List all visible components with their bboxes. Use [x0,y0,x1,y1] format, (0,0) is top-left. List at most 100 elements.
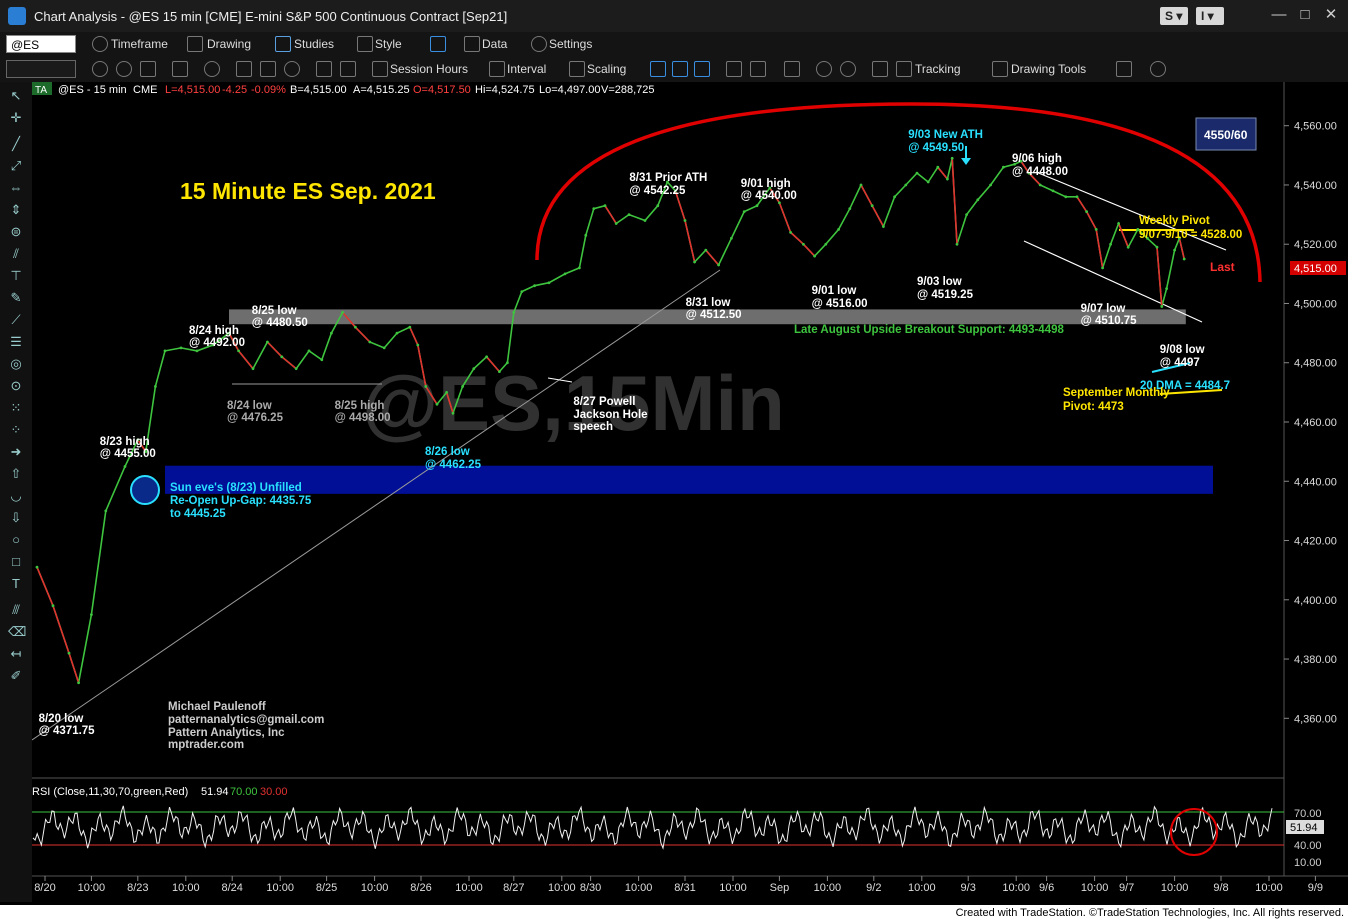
price-point [1109,242,1112,246]
symbol-input[interactable]: @ES [6,35,76,53]
window-icon[interactable] [140,61,156,77]
status-line: TA @ES - 15 min CME L=4,515.00 -4.25 -0.… [32,82,655,96]
grid-icon[interactable] [316,61,332,77]
eraser-icon[interactable]: ⌫ [8,624,26,640]
text-icon[interactable]: T [8,576,24,592]
search-icon[interactable] [284,61,300,77]
indicator-icon[interactable] [204,61,220,77]
maximize-button[interactable]: □ [1294,6,1316,24]
back-icon[interactable]: ↤ [8,646,24,662]
compress-icon[interactable] [750,61,766,77]
drawing-tools-menu[interactable]: Drawing Tools [1011,62,1086,76]
close-button[interactable]: ✕ [1320,6,1342,24]
time-tick-label: 10:00 [1255,882,1283,894]
fib-icon[interactable]: ⊜ [8,224,24,240]
time-tick-label: 9/6 [1039,882,1054,894]
grid-view-icon[interactable] [872,61,888,77]
price-point [435,402,439,406]
price-point [104,509,108,513]
price-point [824,242,828,246]
volume-type-icon[interactable] [694,61,710,77]
speed-line-icon[interactable]: ⟋ [8,312,24,328]
arc-icon[interactable]: ◡ [8,488,24,504]
dots-icon[interactable]: ⁘ [8,422,24,438]
candle-type-icon[interactable] [672,61,688,77]
i-button[interactable]: I ▾ [1196,7,1224,25]
time-tick-label: 8/27 [503,882,524,894]
chart-annotation: 9/06 high [1012,153,1062,165]
price-tick-label: 4,540.00 [1294,180,1337,192]
pencil-tool-icon[interactable]: ✎ [8,290,24,306]
studies-menu[interactable]: Studies [294,37,334,51]
target-icon[interactable]: ⊙ [8,378,24,394]
time-tick-label: 8/31 [674,882,695,894]
price-tick-label: 4,500.00 [1294,298,1337,310]
circle-tool-icon[interactable]: ○ [8,532,24,548]
chat-icon[interactable] [1150,61,1166,77]
horizontal-line-icon[interactable]: ⇔ [8,180,24,196]
vertical-line-icon[interactable]: ⇕ [8,202,24,218]
status-low: Lo=4,497.00 [539,84,600,96]
price-point [35,565,39,569]
ray-icon[interactable]: ⤢ [8,158,24,174]
text-tool-icon[interactable]: ⊤ [8,268,24,284]
pointer-icon[interactable]: ↖ [8,88,24,104]
zoom-in-icon[interactable] [816,61,832,77]
list-icon[interactable]: ☰ [8,334,24,350]
crosshair-icon[interactable]: ✛ [8,110,24,126]
chart-icon[interactable] [236,61,252,77]
price-point [683,219,687,222]
price-tick-label: 4,460.00 [1294,417,1337,429]
second-symbol-input[interactable] [6,60,76,78]
expand-icon[interactable] [784,61,800,77]
sync-icon[interactable] [116,61,132,77]
scaling-menu[interactable]: Scaling [587,62,626,76]
dot-grid-icon[interactable]: ⁙ [8,400,24,416]
price-point [656,204,660,208]
secondary-toolbar: Session Hours Interval Scaling Tracking … [0,57,1348,83]
circle-arrow-icon[interactable]: ◎ [8,356,24,372]
price-point [1182,257,1186,261]
price-point [461,385,464,388]
arrow-down-icon[interactable]: ⇩ [8,510,24,526]
price-point [614,222,618,225]
layout-icon[interactable] [430,36,446,52]
calendar-icon[interactable] [340,61,356,77]
session-hours-menu[interactable]: Session Hours [390,62,468,76]
price-point [123,465,127,468]
interval-menu[interactable]: Interval [507,62,546,76]
status-exchange: CME [133,84,157,96]
tracking-menu[interactable]: Tracking [915,62,961,76]
zoom-out-icon[interactable] [840,61,856,77]
style-menu[interactable]: Style [375,37,402,51]
chart-area[interactable]: TA @ES - 15 min CME L=4,515.00 -4.25 -0.… [32,82,1348,905]
price-point [512,310,516,314]
arrow-up-icon[interactable]: ⇧ [8,466,24,482]
s-button[interactable]: S ▾ [1160,7,1188,25]
status-bid: B=4,515.00 [290,84,347,96]
save-icon[interactable] [260,61,276,77]
price-point [179,346,183,350]
bars-icon[interactable] [726,61,742,77]
hatch-icon[interactable]: ⫻ [8,602,24,618]
export-icon[interactable] [1116,61,1132,77]
rectangle-tool-icon[interactable]: □ [8,554,24,570]
pen-icon[interactable]: ✐ [8,668,24,684]
refresh-icon[interactable] [92,61,108,77]
price-point [1038,183,1042,187]
window-title: Chart Analysis - @ES 15 min [CME] E-mini… [34,9,508,24]
settings-menu[interactable]: Settings [549,37,592,51]
data-menu[interactable]: Data [482,37,507,51]
arrow-right-icon[interactable]: ➜ [8,444,24,460]
trendline-icon[interactable]: ╱ [8,136,24,152]
chart-annotation: patternanalytics@gmail.com [168,714,324,726]
drawing-menu[interactable]: Drawing [207,37,251,51]
link-icon[interactable] [172,61,188,77]
chart-annotation: @ 4448.00 [1012,166,1068,178]
minimize-button[interactable]: — [1268,6,1290,24]
channel-icon[interactable]: ⫽ [8,246,24,262]
timeframe-menu[interactable]: Timeframe [111,37,168,51]
bar-type-icon[interactable] [650,61,666,77]
price-point [1002,165,1005,169]
price-point [1064,195,1068,199]
